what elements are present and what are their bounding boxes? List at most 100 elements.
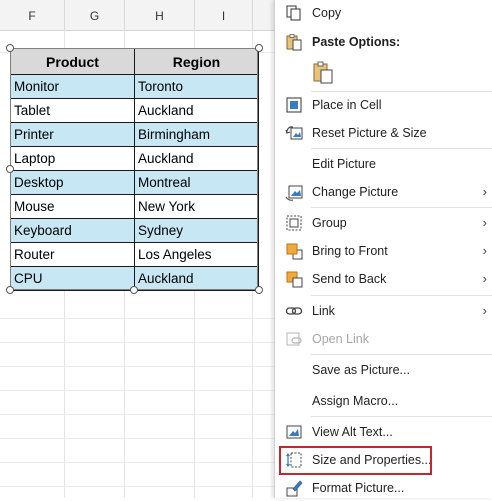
place-in-cell-icon [286, 97, 302, 113]
menu-item-label: View Alt Text... [312, 425, 393, 439]
menu-item-link[interactable]: Link › [275, 298, 492, 324]
menu-item-reset-picture-size[interactable]: Reset Picture & Size [275, 120, 492, 146]
context-menu: Copy Paste Options: Place in Cell Reset … [274, 0, 492, 498]
gridline [0, 318, 276, 319]
link-icon [285, 307, 303, 315]
resize-handle-top-left[interactable] [6, 44, 14, 52]
bring-to-front-icon [286, 243, 303, 260]
open-link-icon [286, 332, 302, 346]
menu-item-bring-to-front[interactable]: Bring to Front › [275, 238, 492, 264]
highlight-box [279, 446, 432, 475]
column-header-g[interactable]: G [65, 0, 125, 30]
menu-item-edit-picture[interactable]: Edit Picture [275, 151, 492, 177]
menu-item-format-picture[interactable]: Format Picture... [275, 475, 492, 501]
menu-item-label: Save as Picture... [312, 363, 410, 377]
product-cell: Tablet [10, 98, 135, 123]
submenu-arrow-icon: › [482, 243, 487, 258]
copy-icon [286, 5, 301, 21]
product-cell: Router [10, 242, 135, 267]
menu-item-label: Link [312, 304, 335, 318]
gridline [0, 486, 276, 487]
menu-item-label: Paste Options: [312, 35, 401, 49]
submenu-arrow-icon: › [482, 303, 487, 318]
product-cell: Keyboard [10, 218, 135, 243]
menu-item-place-in-cell[interactable]: Place in Cell [275, 92, 492, 118]
format-picture-icon [286, 480, 303, 497]
product-cell: Mouse [10, 194, 135, 219]
product-cell: CPU [10, 266, 135, 291]
region-cell: Auckland [134, 146, 259, 171]
table-row: Keyboard Sydney [10, 218, 259, 243]
column-header-i[interactable]: I [195, 0, 253, 30]
product-cell: Monitor [10, 74, 135, 99]
region-cell: Auckland [134, 98, 259, 123]
region-cell: Birmingham [134, 122, 259, 147]
column-header-f[interactable]: F [0, 0, 65, 30]
submenu-arrow-icon: › [482, 271, 487, 286]
product-cell: Desktop [10, 170, 135, 195]
column-header-h[interactable]: H [125, 0, 195, 30]
product-region-table: Product Region Monitor Toronto Tablet Au… [10, 48, 259, 291]
menu-item-label: Format Picture... [312, 481, 405, 495]
paste-icon [286, 34, 302, 51]
menu-item-change-picture[interactable]: Change Picture › [275, 179, 492, 205]
menu-item-label: Bring to Front [312, 244, 388, 258]
reset-picture-icon [285, 126, 303, 140]
product-cell: Laptop [10, 146, 135, 171]
submenu-arrow-icon: › [482, 184, 487, 199]
gridline [0, 366, 276, 367]
table-picture[interactable]: Product Region Monitor Toronto Tablet Au… [10, 48, 259, 291]
table-row: Router Los Angeles [10, 242, 259, 267]
resize-handle-bottom-right[interactable] [255, 286, 263, 294]
table-row: Tablet Auckland [10, 98, 259, 123]
menu-item-label: Assign Macro... [312, 394, 399, 408]
menu-item-label: Open Link [312, 332, 369, 346]
paste-option-default[interactable] [275, 58, 492, 88]
paste-clipboard-icon [313, 61, 333, 84]
menu-item-paste-options: Paste Options: [275, 29, 492, 55]
change-picture-icon [285, 185, 303, 201]
region-cell: Los Angeles [134, 242, 259, 267]
menu-item-save-as-picture[interactable]: Save as Picture... [275, 357, 492, 383]
table-row: Laptop Auckland [10, 146, 259, 171]
gridline [0, 462, 276, 463]
send-to-back-icon [286, 271, 303, 288]
menu-item-assign-macro[interactable]: Assign Macro... [275, 388, 492, 414]
resize-handle-middle-left[interactable] [6, 165, 14, 173]
table-row: Mouse New York [10, 194, 259, 219]
spreadsheet-area: F G H I Product Region Monitor Toronto T… [0, 0, 276, 498]
region-cell: Toronto [134, 74, 259, 99]
menu-separator [311, 416, 492, 417]
menu-item-label: Send to Back [312, 272, 387, 286]
menu-item-view-alt-text[interactable]: View Alt Text... [275, 419, 492, 445]
table-row: Printer Birmingham [10, 122, 259, 147]
submenu-arrow-icon: › [482, 215, 487, 230]
region-cell: Montreal [134, 170, 259, 195]
gridline [0, 414, 276, 415]
menu-separator [311, 354, 492, 355]
menu-separator [311, 207, 492, 208]
menu-item-label: Place in Cell [312, 98, 382, 112]
gridline [0, 342, 276, 343]
menu-item-label: Change Picture [312, 185, 399, 199]
resize-handle-bottom-middle[interactable] [130, 286, 138, 294]
resize-handle-top-right[interactable] [255, 44, 263, 52]
gridline [0, 390, 276, 391]
table-row: Monitor Toronto [10, 74, 259, 99]
menu-item-send-to-back[interactable]: Send to Back › [275, 266, 492, 292]
group-icon [286, 215, 302, 231]
header-region: Region [134, 48, 259, 75]
header-product: Product [10, 48, 135, 75]
alt-text-icon [286, 425, 302, 439]
menu-item-open-link: Open Link [275, 326, 492, 352]
menu-item-label: Group [312, 216, 347, 230]
menu-item-group[interactable]: Group › [275, 210, 492, 236]
menu-separator [311, 148, 492, 149]
gridline [0, 438, 276, 439]
menu-item-label: Edit Picture [312, 157, 376, 171]
table-header-row: Product Region [10, 48, 259, 75]
region-cell: Sydney [134, 218, 259, 243]
resize-handle-bottom-left[interactable] [6, 286, 14, 294]
menu-item-copy[interactable]: Copy [275, 0, 492, 26]
region-cell: Auckland [134, 266, 259, 291]
